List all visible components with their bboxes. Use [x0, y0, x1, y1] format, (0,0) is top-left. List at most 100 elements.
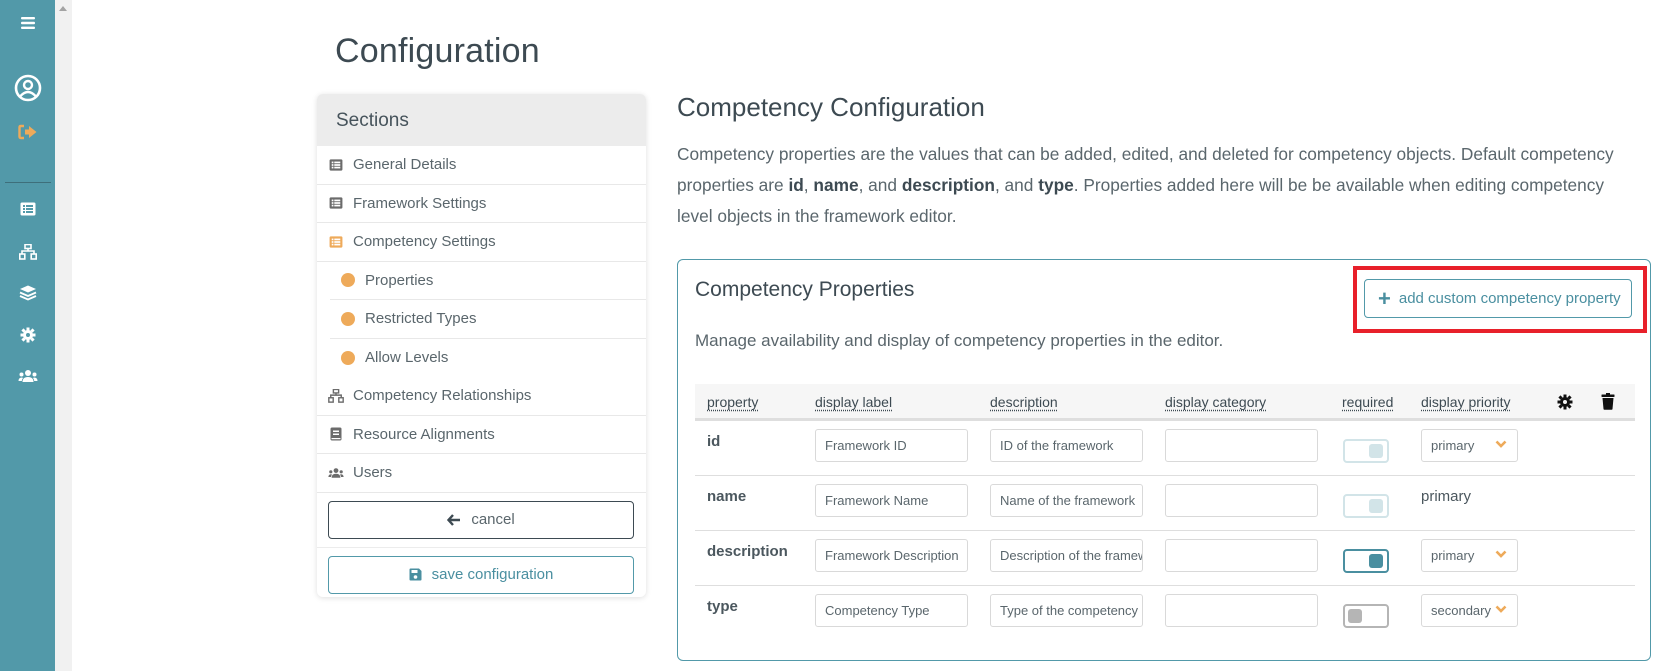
sitemap-icon [18, 244, 37, 260]
left-nav-rail [0, 0, 55, 671]
sign-out-icon [17, 124, 36, 140]
desc-text: , and [858, 175, 902, 195]
section-label: Competency Settings [353, 233, 496, 251]
section-competency-relationships[interactable]: Competency Relationships [317, 377, 646, 416]
required-toggle[interactable] [1343, 604, 1389, 628]
scroll-up-arrow-icon[interactable] [59, 6, 67, 11]
property-name: type [707, 598, 738, 615]
bullet-dot-icon [341, 273, 355, 288]
section-competency-settings[interactable]: Competency Settings [317, 223, 646, 262]
display-label-input[interactable]: Framework Description [815, 539, 968, 572]
desc-bold-name: name [813, 175, 859, 195]
display-priority-select[interactable]: secondary [1421, 594, 1518, 627]
display-priority-select[interactable]: primary [1421, 539, 1518, 572]
subsection-properties[interactable]: Properties [330, 262, 646, 300]
gear-icon [1557, 394, 1573, 410]
layers-icon [19, 285, 36, 301]
rail-settings-button[interactable] [0, 327, 55, 343]
subsection-label: Properties [365, 271, 434, 289]
desc-bold-type: type [1038, 175, 1074, 195]
book-icon [330, 427, 342, 441]
section-label: Competency Relationships [353, 387, 532, 405]
menu-icon [20, 17, 35, 29]
description-input[interactable]: Type of the competency [990, 594, 1143, 627]
sitemap-icon [328, 388, 344, 403]
display-category-input[interactable] [1165, 539, 1318, 572]
bullet-dot-icon [341, 311, 355, 326]
column-delete-button[interactable] [1601, 393, 1615, 413]
page-title: Configuration [335, 32, 540, 70]
list-icon [329, 197, 343, 209]
toggle-knob [1369, 499, 1383, 513]
display-priority-value: primary [1421, 488, 1472, 505]
user-profile-button[interactable] [0, 74, 55, 102]
users-icon [328, 467, 344, 478]
display-priority-select[interactable]: primary [1421, 429, 1518, 462]
description-input[interactable]: ID of the framework [990, 429, 1143, 462]
column-header-display-category: display category [1165, 394, 1267, 410]
required-toggle[interactable] [1343, 494, 1389, 518]
table-row: name Framework Name Name of the framewor… [695, 476, 1635, 531]
cancel-button[interactable]: cancel [328, 500, 634, 539]
required-toggle[interactable] [1343, 549, 1389, 573]
save-icon [409, 568, 422, 581]
property-name: description [707, 543, 788, 560]
display-category-input[interactable] [1165, 429, 1318, 462]
column-header-display-priority: display priority [1421, 394, 1511, 410]
save-label: save configuration [431, 566, 554, 583]
desc-bold-description: description [901, 175, 995, 195]
column-header-description: description [990, 394, 1058, 410]
menu-button[interactable] [0, 12, 55, 34]
sign-out-button[interactable] [0, 123, 55, 141]
section-title: Competency Configuration [677, 92, 985, 122]
bullet-dot-icon [341, 350, 355, 365]
rail-divider [5, 182, 51, 183]
table-row: type Competency Type Type of the compete… [695, 586, 1635, 641]
display-label-input[interactable]: Framework Name [815, 484, 968, 517]
subsection-label: Allow Levels [365, 349, 449, 367]
section-label: Resource Alignments [353, 425, 495, 443]
rail-hierarchy-button[interactable] [0, 244, 55, 260]
select-value: primary [1431, 548, 1475, 563]
description-input[interactable]: Name of the framework [990, 484, 1143, 517]
display-label-input[interactable]: Framework ID [815, 429, 968, 462]
column-header-display-label: display label [815, 394, 893, 410]
scrollbar[interactable] [55, 0, 72, 671]
subsection-label: Restricted Types [365, 310, 477, 328]
section-resource-alignments[interactable]: Resource Alignments [317, 416, 646, 454]
section-users[interactable]: Users [317, 454, 646, 493]
cancel-wrap: cancel [317, 493, 646, 548]
add-custom-property-button[interactable]: + add custom competency property [1364, 279, 1632, 318]
select-value: secondary [1431, 603, 1491, 618]
column-settings-button[interactable] [1557, 394, 1573, 413]
subsection-restricted-types[interactable]: Restricted Types [330, 300, 646, 339]
card-title: Competency Properties [695, 278, 915, 301]
table-header: property display label description displ… [695, 384, 1635, 421]
required-toggle[interactable] [1343, 439, 1389, 463]
rail-layers-button[interactable] [0, 285, 55, 301]
column-header-property: property [707, 394, 759, 410]
users-icon [18, 370, 37, 382]
trash-icon [1601, 393, 1615, 410]
arrow-left-icon [447, 513, 461, 526]
section-framework-settings[interactable]: Framework Settings [317, 185, 646, 223]
sections-panel: Sections General Details Framework Setti… [317, 94, 646, 597]
display-category-input[interactable] [1165, 594, 1318, 627]
list-icon [329, 159, 343, 171]
section-description: Competency properties are the values tha… [677, 139, 1627, 232]
save-configuration-button[interactable]: save configuration [328, 555, 634, 594]
display-category-input[interactable] [1165, 484, 1318, 517]
display-label-input[interactable]: Competency Type [815, 594, 968, 627]
property-name: name [707, 488, 747, 505]
rail-frameworks-button[interactable] [0, 201, 55, 217]
card-description: Manage availability and display of compe… [695, 331, 1224, 350]
column-header-required: required [1342, 394, 1394, 410]
description-input[interactable]: Description of the framew [990, 539, 1143, 572]
subsection-allow-levels[interactable]: Allow Levels [330, 339, 646, 378]
sections-heading: Sections [317, 94, 646, 146]
rail-users-button[interactable] [0, 369, 55, 383]
property-name: id [707, 433, 721, 450]
select-value: primary [1431, 438, 1475, 453]
properties-table: property display label description displ… [695, 384, 1635, 641]
section-general-details[interactable]: General Details [317, 146, 646, 185]
